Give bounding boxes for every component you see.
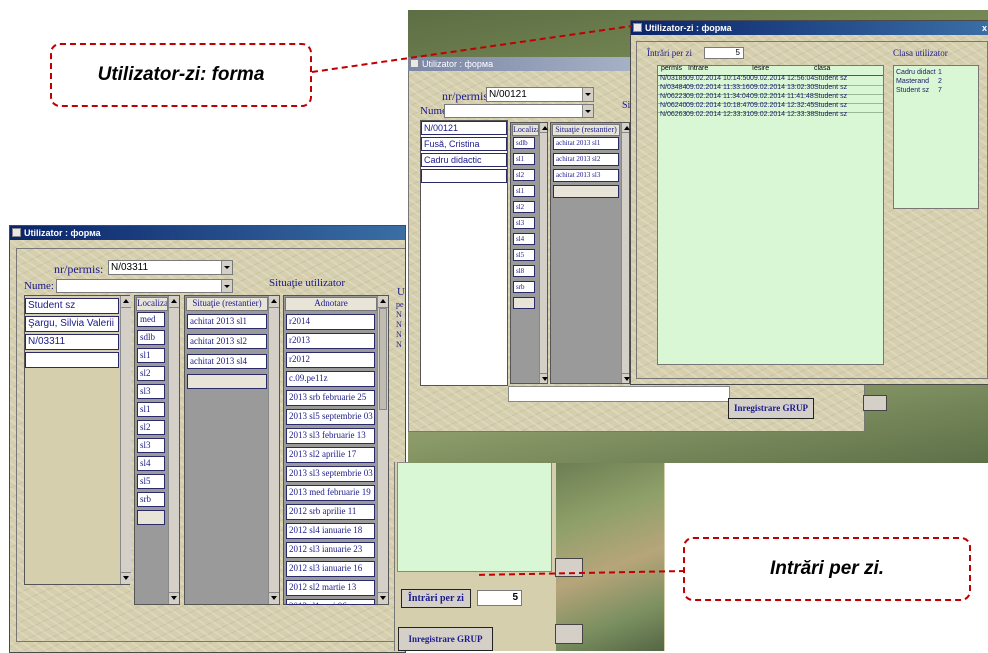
callout-utilizator-zi-forma: Utilizator-zi: forma [50, 43, 312, 107]
callout-leader-line-bottom [474, 570, 686, 576]
callout-intrari-per-zi: Intrări per zi. [683, 537, 971, 601]
callout-leader-line-top [311, 25, 633, 73]
